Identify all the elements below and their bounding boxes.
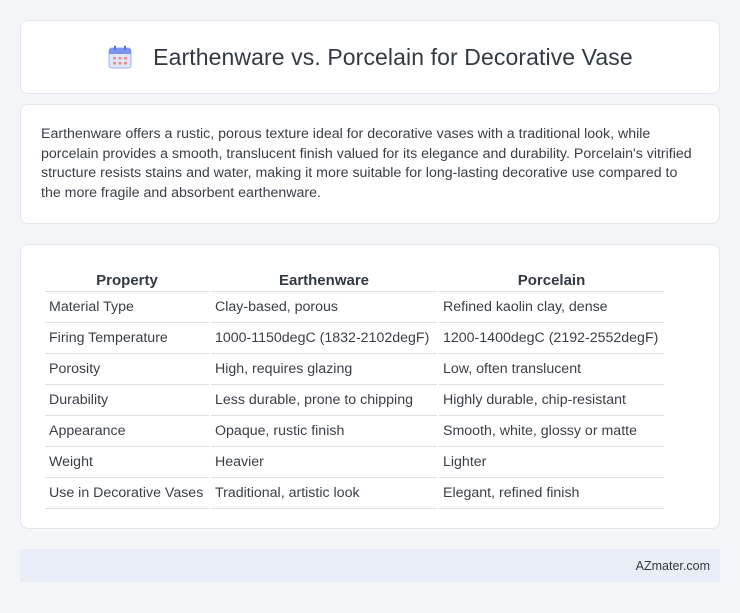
cell-porcelain: Highly durable, chip-resistant — [439, 385, 664, 416]
cell-property: Appearance — [45, 416, 209, 447]
calendar-icon — [108, 45, 132, 69]
title-wrap: Earthenware vs. Porcelain for Decorative… — [107, 44, 633, 71]
cell-earthenware: Opaque, rustic finish — [211, 416, 437, 447]
page-title: Earthenware vs. Porcelain for Decorative… — [153, 43, 633, 70]
cell-porcelain: 1200-1400degC (2192-2552degF) — [439, 323, 664, 354]
table-row: Weight Heavier Lighter — [45, 447, 664, 478]
cell-porcelain: Low, often translucent — [439, 354, 664, 385]
cell-earthenware: Heavier — [211, 447, 437, 478]
cell-earthenware: Clay-based, porous — [211, 292, 437, 323]
summary-card: Earthenware offers a rustic, porous text… — [20, 104, 720, 224]
cell-earthenware: Less durable, prone to chipping — [211, 385, 437, 416]
cell-earthenware: High, requires glazing — [211, 354, 437, 385]
cell-property: Durability — [45, 385, 209, 416]
cell-porcelain: Smooth, white, glossy or matte — [439, 416, 664, 447]
cell-porcelain: Refined kaolin clay, dense — [439, 292, 664, 323]
table-row: Appearance Opaque, rustic finish Smooth,… — [45, 416, 664, 447]
table-row: Firing Temperature 1000-1150degC (1832-2… — [45, 323, 664, 354]
table-header-row: Property Earthenware Porcelain — [45, 265, 664, 292]
cell-earthenware: 1000-1150degC (1832-2102degF) — [211, 323, 437, 354]
header-earthenware: Earthenware — [211, 265, 437, 292]
table-row: Material Type Clay-based, porous Refined… — [45, 292, 664, 323]
footer-bar: AZmater.com — [20, 549, 720, 582]
cell-porcelain: Elegant, refined finish — [439, 478, 664, 509]
cell-property: Material Type — [45, 292, 209, 323]
title-card: Earthenware vs. Porcelain for Decorative… — [20, 20, 720, 94]
header-property: Property — [45, 265, 209, 292]
cell-property: Firing Temperature — [45, 323, 209, 354]
table-row: Use in Decorative Vases Traditional, art… — [45, 478, 664, 509]
comparison-table: Property Earthenware Porcelain Material … — [43, 265, 666, 509]
comparison-table-card: Property Earthenware Porcelain Material … — [20, 244, 720, 529]
cell-property: Weight — [45, 447, 209, 478]
cell-property: Use in Decorative Vases — [45, 478, 209, 509]
header-porcelain: Porcelain — [439, 265, 664, 292]
table-row: Porosity High, requires glazing Low, oft… — [45, 354, 664, 385]
cell-porcelain: Lighter — [439, 447, 664, 478]
table-row: Durability Less durable, prone to chippi… — [45, 385, 664, 416]
cell-earthenware: Traditional, artistic look — [211, 478, 437, 509]
footer-site-link[interactable]: AZmater.com — [636, 559, 710, 573]
cell-property: Porosity — [45, 354, 209, 385]
summary-text: Earthenware offers a rustic, porous text… — [41, 126, 692, 201]
